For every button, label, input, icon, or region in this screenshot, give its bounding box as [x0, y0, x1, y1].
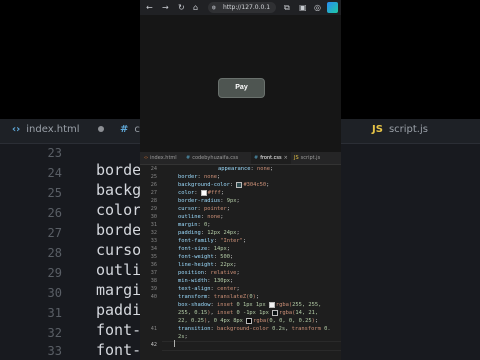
code-line: outline: none;: [178, 214, 224, 220]
line-number: 38: [150, 278, 157, 284]
page-preview: Pay: [140, 15, 341, 152]
bg-line-number: 33: [47, 344, 62, 358]
code-line: font-weight: 500;: [178, 254, 234, 260]
tab-icon[interactable]: ⧉: [284, 2, 290, 13]
color-swatch[interactable]: [272, 309, 279, 316]
js-file-icon: JS: [372, 124, 383, 135]
css-file-icon: #: [120, 124, 129, 135]
line-number: 24: [150, 166, 157, 172]
letterbox-left: [0, 0, 140, 119]
line-number: 37: [150, 270, 157, 276]
line-number: 42: [150, 342, 157, 348]
address-bar[interactable]: ◍ http://127.0.0.1: [208, 2, 276, 13]
bg-line-number: 30: [47, 286, 62, 300]
bg-line-number: 29: [47, 266, 62, 280]
code-line: transition: background-color 0.2s, trans…: [178, 326, 331, 332]
line-number: 27: [150, 190, 157, 196]
line-number: 25: [150, 174, 157, 180]
background-tab-css: # c: [120, 124, 140, 135]
back-icon[interactable]: ←: [146, 2, 153, 13]
pay-button[interactable]: Pay: [218, 78, 265, 98]
html-file-icon: ‹›: [12, 124, 21, 135]
code-line: 2s;: [178, 334, 188, 340]
line-number: 30: [150, 214, 157, 220]
code-line: min-width: 130px;: [178, 278, 234, 284]
bg-line-number: 27: [47, 226, 62, 240]
editor-tab-strip: ‹› index.html # codebyhuzaifa.css # front.c…: [140, 152, 341, 165]
css-file-icon: #: [254, 155, 259, 161]
bg-line-number: 25: [47, 186, 62, 200]
browser-toolbar: ← → ↻ ⌂ ◍ http://127.0.0.1 ⧉ ▣ ◎: [140, 0, 341, 15]
line-number: 41: [150, 326, 157, 332]
code-line: color: #fff;: [178, 189, 224, 196]
line-number: 31: [150, 222, 157, 228]
tab-codebyhuzaifa-css[interactable]: # codebyhuzaifa.css: [186, 152, 238, 164]
code-line: margin: 0;: [178, 222, 211, 228]
current-line-highlight: [162, 341, 341, 351]
color-swatch[interactable]: [268, 301, 275, 308]
html-file-icon: ‹›: [144, 155, 148, 161]
bg-line-number: 32: [47, 326, 62, 340]
letterbox-right: [341, 0, 480, 119]
line-number: 28: [150, 198, 157, 204]
code-line: font-family: "Inter";: [178, 238, 247, 244]
code-line: transform: translateZ(0);: [178, 294, 260, 300]
code-line: box-shadow: inset 0 1px 1px rgba(255, 25…: [178, 301, 322, 308]
code-line: position: relative;: [178, 270, 240, 276]
profile-icon[interactable]: ◎: [314, 2, 321, 13]
code-line: border: none;: [178, 174, 221, 180]
bg-line-number: 23: [47, 146, 62, 160]
home-icon[interactable]: ⌂: [193, 2, 198, 13]
tab-front-css[interactable]: # front.css ×: [251, 152, 291, 164]
collections-icon[interactable]: ▣: [299, 2, 307, 13]
tab-index-html[interactable]: ‹› index.html: [144, 152, 177, 164]
line-number: 35: [150, 254, 157, 260]
text-cursor: [174, 340, 175, 347]
line-number: 32: [150, 230, 157, 236]
code-line: 22, 0.25), 0 4px 8px rgba(0, 0, 0, 0.25)…: [178, 317, 319, 324]
line-number: 39: [150, 286, 157, 292]
line-number: 34: [150, 246, 157, 252]
code-line: cursor: pointer;: [178, 206, 230, 212]
refresh-icon[interactable]: ↻: [178, 2, 185, 13]
bg-line-number: 24: [47, 166, 62, 180]
code-line: border-radius: 9px;: [178, 198, 240, 204]
bg-line-number: 31: [47, 306, 62, 320]
code-line: line-height: 22px;: [178, 262, 237, 268]
code-line: font-size: 14px;: [178, 246, 230, 252]
color-swatch[interactable]: [200, 189, 207, 196]
bg-line-number: 26: [47, 206, 62, 220]
background-tab-index: ‹› index.html: [12, 124, 104, 135]
code-line: 255, 0.15), inset 0 -1px 1px rgba(14, 21…: [178, 309, 319, 316]
background-tab-script: JS script.js: [372, 124, 428, 135]
css-file-icon: #: [186, 155, 191, 161]
line-number: 26: [150, 182, 157, 188]
code-line: appearance: none;: [218, 166, 274, 172]
code-line: padding: 12px 24px;: [178, 230, 240, 236]
color-swatch[interactable]: [246, 317, 253, 324]
line-number: 40: [150, 294, 157, 300]
line-number: 33: [150, 238, 157, 244]
code-line: text-align: center;: [178, 286, 240, 292]
globe-icon: ◍: [212, 4, 216, 11]
bg-line-number: 28: [47, 246, 62, 260]
url-text: http://127.0.0.1: [223, 4, 271, 11]
code-line: background-color: #304c50;: [178, 181, 270, 188]
code-editor: ‹› index.html # codebyhuzaifa.css # front.c…: [140, 152, 341, 360]
js-file-icon: JS: [294, 155, 299, 161]
line-number: 36: [150, 262, 157, 268]
forward-icon[interactable]: →: [162, 2, 169, 13]
tab-script-js[interactable]: JS script.js: [294, 152, 320, 164]
line-number: 29: [150, 206, 157, 212]
video-panel: ← → ↻ ⌂ ◍ http://127.0.0.1 ⧉ ▣ ◎ Pay ‹› i…: [140, 0, 341, 360]
modified-dot-icon: [97, 126, 104, 132]
color-swatch[interactable]: [236, 181, 243, 188]
close-icon[interactable]: ×: [284, 155, 288, 161]
edge-icon[interactable]: [327, 2, 338, 13]
